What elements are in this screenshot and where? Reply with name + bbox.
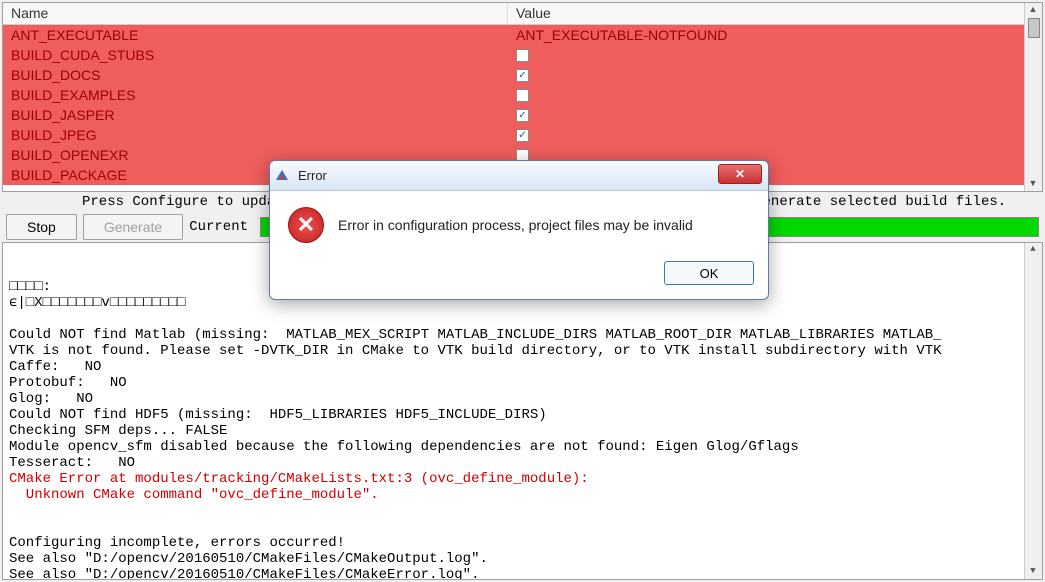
column-header-value[interactable]: Value bbox=[508, 3, 1024, 24]
table-scrollbar[interactable]: ▲ ▼ bbox=[1024, 3, 1042, 191]
log-line: Could NOT find Matlab (missing: MATLAB_M… bbox=[9, 327, 1036, 343]
ok-button[interactable]: OK bbox=[664, 261, 754, 285]
cell-name: BUILD_DOCS bbox=[3, 67, 508, 83]
dialog-title-text: Error bbox=[298, 168, 327, 183]
current-label: Current bbox=[189, 219, 248, 235]
column-header-name[interactable]: Name bbox=[3, 3, 508, 24]
stop-button[interactable]: Stop bbox=[6, 214, 77, 240]
table-row[interactable]: BUILD_CUDA_STUBS bbox=[3, 45, 1024, 65]
scroll-up-icon[interactable]: ▲ bbox=[1025, 3, 1041, 17]
log-line: Could NOT find HDF5 (missing: HDF5_LIBRA… bbox=[9, 407, 1036, 423]
close-icon: ✕ bbox=[735, 167, 745, 181]
log-line bbox=[9, 503, 1036, 519]
log-line bbox=[9, 519, 1036, 535]
error-icon: ✕ bbox=[288, 207, 324, 243]
log-line: Checking SFM deps... FALSE bbox=[9, 423, 1036, 439]
cell-value[interactable]: ANT_EXECUTABLE-NOTFOUND bbox=[508, 27, 1024, 43]
app-icon bbox=[276, 168, 292, 184]
cell-name: BUILD_JASPER bbox=[3, 107, 508, 123]
log-line: Glog: NO bbox=[9, 391, 1036, 407]
log-line: VTK is not found. Please set -DVTK_DIR i… bbox=[9, 343, 1036, 359]
cell-name: BUILD_EXAMPLES bbox=[3, 87, 508, 103]
log-line: Module opencv_sfm disabled because the f… bbox=[9, 439, 1036, 455]
checkbox[interactable] bbox=[516, 89, 529, 102]
checkbox[interactable]: ✓ bbox=[516, 109, 529, 122]
cell-value[interactable]: ✓ bbox=[508, 129, 1024, 142]
generate-button[interactable]: Generate bbox=[83, 214, 183, 240]
log-line: Configuring incomplete, errors occurred! bbox=[9, 535, 1036, 551]
scroll-up-icon[interactable]: ▲ bbox=[1025, 243, 1041, 257]
cell-value[interactable]: ✓ bbox=[508, 109, 1024, 122]
cell-value[interactable] bbox=[508, 49, 1024, 62]
cell-value[interactable]: ✓ bbox=[508, 69, 1024, 82]
log-line: Caffe: NO bbox=[9, 359, 1036, 375]
scroll-down-icon[interactable]: ▼ bbox=[1025, 565, 1041, 579]
checkbox[interactable] bbox=[516, 49, 529, 62]
log-line: Protobuf: NO bbox=[9, 375, 1036, 391]
table-header: Name Value bbox=[3, 3, 1024, 25]
log-scrollbar[interactable]: ▲ ▼ bbox=[1024, 243, 1042, 579]
log-line: Unknown CMake command "ovc_define_module… bbox=[9, 487, 1036, 503]
cell-value[interactable] bbox=[508, 89, 1024, 102]
log-line bbox=[9, 311, 1036, 327]
cell-name: ANT_EXECUTABLE bbox=[3, 27, 508, 43]
checkbox[interactable]: ✓ bbox=[516, 69, 529, 82]
cell-name: BUILD_CUDA_STUBS bbox=[3, 47, 508, 63]
log-line: Tesseract: NO bbox=[9, 455, 1036, 471]
cell-name: BUILD_JPEG bbox=[3, 127, 508, 143]
log-line: See also "D:/opencv/20160510/CMakeFiles/… bbox=[9, 567, 1036, 580]
log-line: See also "D:/opencv/20160510/CMakeFiles/… bbox=[9, 551, 1036, 567]
table-row[interactable]: BUILD_JASPER ✓ bbox=[3, 105, 1024, 125]
table-row[interactable]: BUILD_EXAMPLES bbox=[3, 85, 1024, 105]
close-button[interactable]: ✕ bbox=[718, 164, 762, 184]
scroll-down-icon[interactable]: ▼ bbox=[1025, 177, 1041, 191]
table-row[interactable]: BUILD_DOCS ✓ bbox=[3, 65, 1024, 85]
log-line: CMake Error at modules/tracking/CMakeLis… bbox=[9, 471, 1036, 487]
table-row[interactable]: ANT_EXECUTABLEANT_EXECUTABLE-NOTFOUND bbox=[3, 25, 1024, 45]
dialog-titlebar[interactable]: Error ✕ bbox=[270, 161, 768, 191]
scroll-thumb[interactable] bbox=[1028, 18, 1040, 38]
error-dialog: Error ✕ ✕ Error in configuration process… bbox=[269, 160, 769, 300]
dialog-message: Error in configuration process, project … bbox=[338, 217, 693, 233]
table-row[interactable]: BUILD_JPEG ✓ bbox=[3, 125, 1024, 145]
checkbox[interactable]: ✓ bbox=[516, 129, 529, 142]
